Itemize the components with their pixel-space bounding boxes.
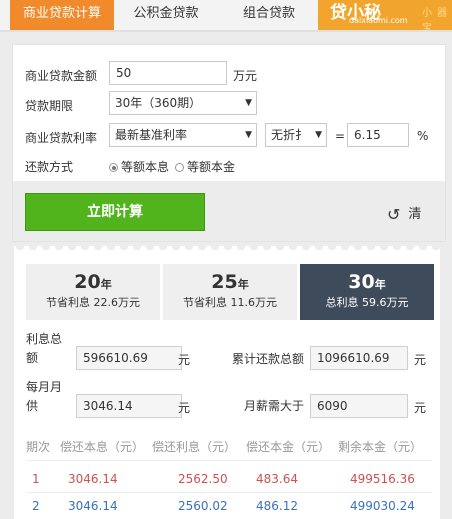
pill-year-unit: 年 [374,278,386,291]
brand-logo: 贷小秘 daixiaomi.com 小 器 宝 [318,0,452,30]
chevron-down-icon: ▼ [245,130,252,140]
cell-remaining: 499030.24 [350,499,415,513]
pill-savings: 节省利息 22.6万元 [46,296,140,309]
rate-type-select[interactable]: 最新基准利率 ▼ [109,123,257,147]
min-salary-label: 月薪需大于 [244,399,305,413]
result-panel: 20年 节省利息 22.6万元 25年 节省利息 11.6万元 30年 总利息 … [14,254,440,519]
monthly-payment-unit: 元 [178,401,191,415]
method-option-1: 等额本息 [121,160,170,174]
rate-type-value: 最新基准利率 [115,128,188,142]
term-label: 贷款期限 [25,99,74,113]
total-repay-label: 累计还款总额 [232,352,305,366]
total-repay-unit: 元 [414,353,427,367]
col-header-remaining: 剩余本金（元） [338,440,423,454]
pill-year-unit: 年 [237,278,249,291]
pill-savings: 节省利息 11.6万元 [183,296,277,309]
cell-payment: 3046.14 [68,499,118,513]
pill-years: 20 [74,271,101,293]
logo-domain: daixiaomi.com [349,16,408,25]
pill-total-interest: 总利息 59.6万元 [325,296,409,309]
table-divider [26,492,432,493]
chevron-down-icon: ▼ [245,98,252,108]
method-option-2: 等额本金 [187,160,236,174]
tab-combined-loan[interactable]: 组合贷款 [224,0,314,30]
col-header-period: 期次 [26,440,51,454]
cell-interest: 2560.02 [178,499,228,513]
amount-label: 商业贷款金额 [25,69,98,83]
pill-years: 25 [211,271,238,293]
cell-interest: 2562.50 [178,472,228,486]
rate-unit: % [417,129,429,143]
cell-principal: 483.64 [256,472,298,486]
term-30-option[interactable]: 30年 总利息 59.6万元 [300,264,434,320]
perforated-divider [14,246,440,254]
loan-form: 商业贷款金额 50 万元 贷款期限 30年（360期） ▼ 商业贷款利率 最新基… [12,44,446,242]
pill-years: 30 [348,271,375,293]
logo-ghost-text: 小 器 宝 [422,8,449,30]
monthly-payment-label: 每月月供 [26,380,63,413]
rate-label: 商业贷款利率 [25,131,98,145]
refresh-icon: ↺ [387,205,401,224]
tab-provident-fund-loan[interactable]: 公积金贷款 [118,0,214,30]
cell-payment: 3046.14 [68,472,118,486]
radio-selected-icon [109,163,118,172]
total-interest-value: 596610.69 [76,346,182,370]
pill-year-unit: 年 [100,278,112,291]
chevron-down-icon: ▼ [315,130,322,140]
monthly-payment-value: 3046.14 [76,394,182,418]
amount-unit: 万元 [233,69,258,83]
term-20-option[interactable]: 20年 节省利息 22.6万元 [26,264,160,320]
reset-button[interactable]: ↺ 清 [387,203,421,224]
term-select-value: 30年（360期） [115,96,202,110]
col-header-payment: 偿还本息（元） [60,440,145,454]
action-bar: 立即计算 ↺ 清 [13,181,445,241]
rate-input[interactable]: 6.15 [347,123,409,147]
col-header-principal: 偿还本金（元） [246,440,331,454]
equals-sign: = [335,129,346,143]
method-label: 还款方式 [25,160,74,174]
reset-label: 清 [408,207,422,222]
amount-input[interactable]: 50 [109,61,227,85]
tab-bar: 商业贷款计算 公积金贷款 组合贷款 贷小秘 daixiaomi.com 小 器 … [0,0,452,32]
term-25-option[interactable]: 25年 节省利息 11.6万元 [163,264,297,320]
cell-principal: 486.12 [256,499,298,513]
min-salary-unit: 元 [414,401,427,415]
tab-commercial-loan[interactable]: 商业贷款计算 [10,0,114,30]
table-divider [26,460,432,461]
discount-value: 无折扌 [271,128,308,142]
min-salary-value: 6090 [310,394,408,418]
discount-select[interactable]: 无折扌 ▼ [265,123,327,147]
cell-remaining: 499516.36 [350,472,415,486]
method-equal-principal-radio[interactable]: 等额本金 [175,158,235,175]
cell-period: 1 [32,472,40,486]
col-header-interest: 偿还利息（元） [152,440,237,454]
method-equal-installment-radio[interactable]: 等额本息 [109,158,169,175]
calculate-button[interactable]: 立即计算 [25,193,205,231]
cell-period: 2 [32,499,40,513]
total-repay-value: 1096610.69 [310,346,408,370]
radio-unselected-icon [175,163,184,172]
total-interest-unit: 元 [178,353,191,367]
term-select[interactable]: 30年（360期） ▼ [109,91,257,115]
total-interest-label: 利息总额 [26,332,63,365]
